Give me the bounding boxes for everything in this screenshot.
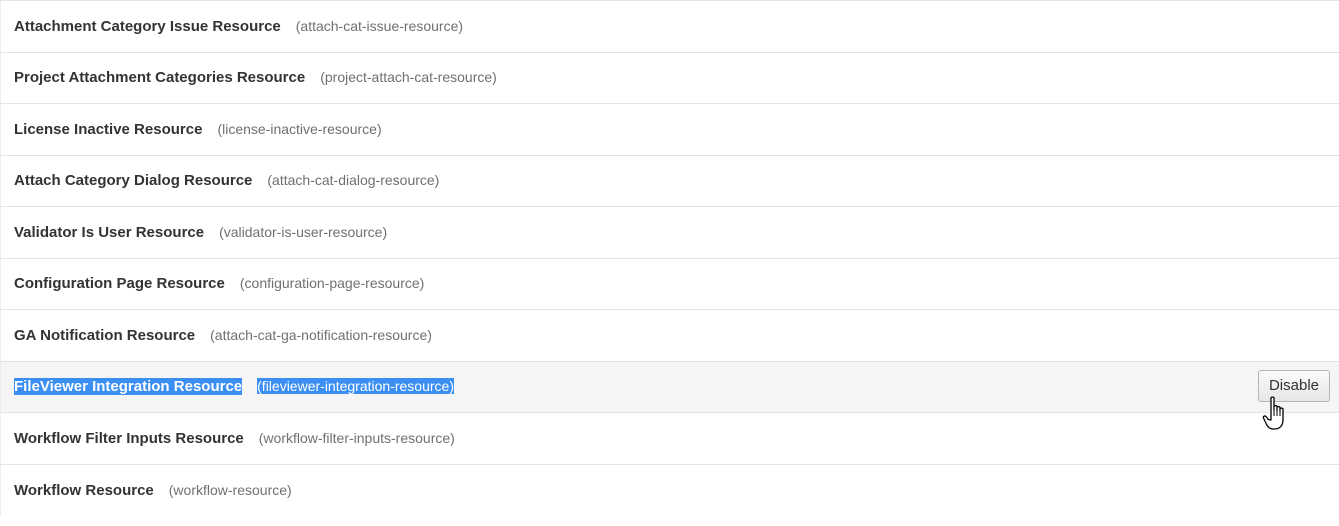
module-name: License Inactive Resource <box>14 120 203 138</box>
module-row-text: License Inactive Resource (license-inacti… <box>14 120 382 139</box>
module-row-text: FileViewer Integration Resource (fileview… <box>14 377 454 396</box>
module-name: FileViewer Integration Resource <box>14 378 243 396</box>
module-name: Validator Is User Resource <box>14 223 205 241</box>
module-row-attach-cat-issue: Attachment Category Issue Resource (attac… <box>0 1 1339 53</box>
module-name: Configuration Page Resource <box>14 275 225 293</box>
module-name: Workflow Resource <box>14 481 154 499</box>
module-row-workflow-filter-inputs: Workflow Filter Inputs Resource (workflow… <box>0 413 1339 465</box>
module-row-attach-cat-dialog: Attach Category Dialog Resource (attach-c… <box>0 155 1339 207</box>
module-key: (workflow-resource) <box>168 481 292 498</box>
disable-button[interactable]: Disable <box>1257 369 1330 402</box>
module-row-text: Project Attachment Categories Resource (p… <box>14 68 497 87</box>
module-row-ga-notification: GA Notification Resource (attach-cat-ga-n… <box>0 310 1339 362</box>
module-row-text: GA Notification Resource (attach-cat-ga-n… <box>14 326 432 345</box>
module-name: Workflow Filter Inputs Resource <box>14 429 244 447</box>
module-row-configuration-page: Configuration Page Resource (configuratio… <box>0 258 1339 310</box>
module-key: (workflow-filter-inputs-resource) <box>258 429 455 446</box>
module-row-text: Workflow Resource (workflow-resource) <box>14 481 292 500</box>
module-key: (attach-cat-ga-notification-resource) <box>210 326 432 343</box>
module-key: (license-inactive-resource) <box>217 120 382 137</box>
module-row-project-attach-cat: Project Attachment Categories Resource (p… <box>0 52 1339 104</box>
module-name: Attach Category Dialog Resource <box>14 172 253 190</box>
plugin-module-list: Attachment Category Issue Resource (attac… <box>0 0 1339 516</box>
module-key: (attach-cat-issue-resource) <box>295 17 464 34</box>
module-row-text: Attachment Category Issue Resource (attac… <box>14 17 463 36</box>
module-key: (attach-cat-dialog-resource) <box>267 172 440 189</box>
module-name: Attachment Category Issue Resource <box>14 17 281 35</box>
module-row-fileviewer-integration: FileViewer Integration Resource (fileview… <box>0 361 1339 413</box>
module-row-text: Attach Category Dialog Resource (attach-c… <box>14 171 439 190</box>
module-key: (fileviewer-integration-resource) <box>257 378 454 395</box>
module-row-text: Workflow Filter Inputs Resource (workflow… <box>14 429 455 448</box>
module-row-license-inactive: License Inactive Resource (license-inacti… <box>0 104 1339 156</box>
module-name: GA Notification Resource <box>14 326 196 344</box>
module-row-validator-is-user: Validator Is User Resource (validator-is-… <box>0 207 1339 259</box>
module-row-workflow: Workflow Resource (workflow-resource) <box>0 464 1339 516</box>
module-row-text: Validator Is User Resource (validator-is-… <box>14 223 387 242</box>
module-key: (validator-is-user-resource) <box>219 223 388 240</box>
module-key: (configuration-page-resource) <box>239 275 425 292</box>
module-name: Project Attachment Categories Resource <box>14 69 306 87</box>
module-key: (project-attach-cat-resource) <box>320 69 497 86</box>
module-row-text: Configuration Page Resource (configuratio… <box>14 274 424 293</box>
